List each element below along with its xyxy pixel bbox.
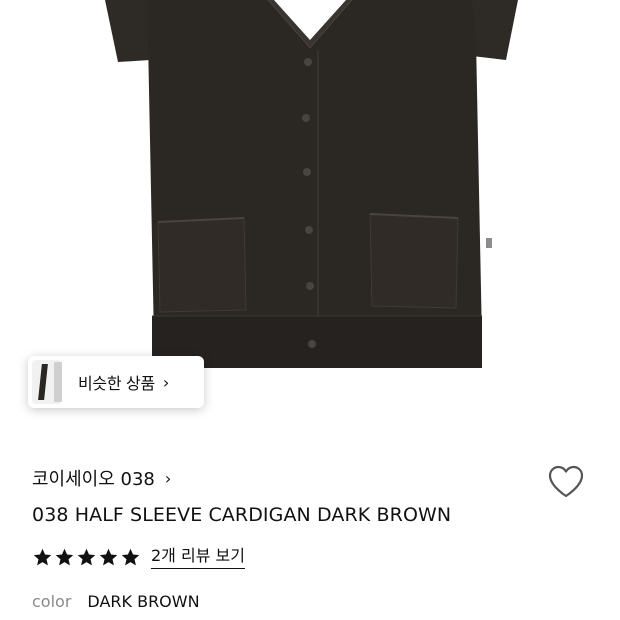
color-row: color DARK BROWN — [32, 592, 200, 611]
star-icon — [121, 548, 140, 566]
star-icon — [77, 548, 96, 566]
color-value: DARK BROWN — [87, 592, 200, 611]
chevron-right-icon: › — [164, 468, 172, 488]
star-icon — [55, 548, 74, 566]
chevron-right-icon: › — [162, 372, 170, 392]
star-rating — [32, 547, 141, 568]
heart-icon[interactable] — [546, 462, 586, 502]
similar-products-button[interactable]: 비슷한 상품 › — [28, 356, 204, 408]
product-title: 038 HALF SLEEVE CARDIGAN DARK BROWN — [32, 504, 452, 526]
brand-link[interactable]: 코이세이오 038 › — [32, 465, 171, 491]
similar-products-label: 비슷한 상품 — [78, 374, 155, 393]
review-link[interactable]: 2개 리뷰 보기 — [151, 546, 245, 569]
rating-row: 2개 리뷰 보기 — [32, 546, 245, 569]
similar-product-thumbnail — [32, 360, 62, 404]
star-icon — [33, 548, 52, 566]
brand-name: 코이세이오 038 — [32, 469, 155, 490]
star-icon — [99, 548, 118, 566]
color-label: color — [32, 592, 72, 611]
